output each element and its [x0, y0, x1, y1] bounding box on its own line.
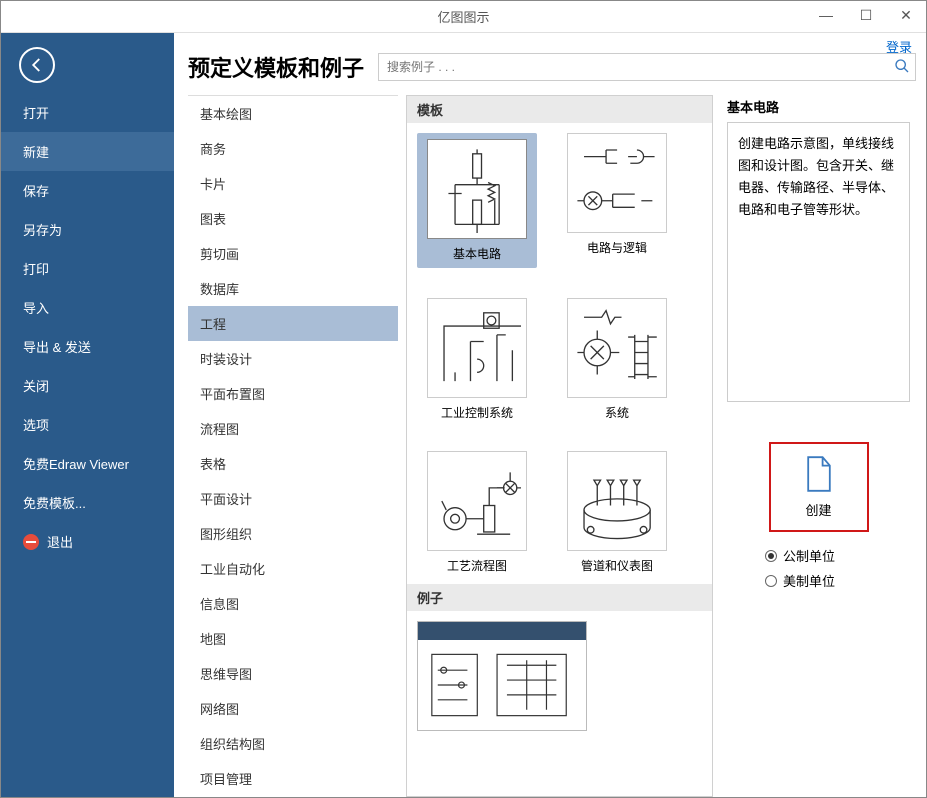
nav-item-label: 保存	[23, 181, 49, 200]
nav-item-label: 退出	[47, 532, 73, 551]
nav-item-3[interactable]: 另存为	[1, 210, 174, 249]
nav-item-7[interactable]: 关闭	[1, 366, 174, 405]
nav-item-6[interactable]: 导出 & 发送	[1, 327, 174, 366]
nav-item-10[interactable]: 免费模板...	[1, 483, 174, 522]
nav-item-label: 打开	[23, 103, 49, 122]
nav-item-label: 导入	[23, 298, 49, 317]
template-label: 工业控制系统	[417, 404, 537, 421]
category-item[interactable]: 网络图	[188, 691, 398, 726]
right-panel-title: 基本电路	[727, 95, 910, 116]
category-item[interactable]: 平面设计	[188, 481, 398, 516]
template-label: 管道和仪表图	[557, 557, 677, 574]
search-input[interactable]	[378, 53, 916, 81]
category-item[interactable]: 平面布置图	[188, 376, 398, 411]
nav-item-5[interactable]: 导入	[1, 288, 174, 327]
nav-item-label: 新建	[23, 142, 49, 161]
document-icon	[804, 456, 834, 492]
radio-label: 美制单位	[783, 571, 835, 590]
nav-item-11[interactable]: 退出	[1, 522, 174, 561]
radio-icon	[765, 575, 777, 587]
nav-item-label: 免费模板...	[23, 493, 86, 512]
template-label: 电路与逻辑	[557, 239, 677, 256]
unit-radio[interactable]: 美制单位	[765, 571, 910, 590]
nav-item-label: 选项	[23, 415, 49, 434]
right-panel: 基本电路 创建电路示意图，单线接线图和设计图。包含开关、继电器、传输路径、半导体…	[721, 95, 916, 797]
create-label: 创建	[805, 500, 831, 519]
example-thumbnail[interactable]	[417, 621, 587, 731]
unit-radio[interactable]: 公制单位	[765, 546, 910, 565]
category-item[interactable]: 时装设计	[188, 341, 398, 376]
template-label: 系统	[557, 404, 677, 421]
template-item[interactable]: 工艺流程图	[417, 451, 537, 574]
window-controls: — ☐ ✕	[806, 1, 926, 29]
category-item[interactable]: 地图	[188, 621, 398, 656]
nav-item-label: 另存为	[23, 220, 62, 239]
category-item[interactable]: 图形组织	[188, 516, 398, 551]
title-bar: 亿图图示 — ☐ ✕	[1, 1, 926, 33]
nav-item-label: 关闭	[23, 376, 49, 395]
nav-item-9[interactable]: 免费Edraw Viewer	[1, 444, 174, 483]
category-item[interactable]: 数据库	[188, 271, 398, 306]
category-item[interactable]: 工程	[188, 306, 398, 341]
category-item[interactable]: 图表	[188, 201, 398, 236]
nav-item-label: 打印	[23, 259, 49, 278]
minimize-button[interactable]: —	[806, 1, 846, 29]
template-item[interactable]: 管道和仪表图	[557, 451, 677, 574]
category-item[interactable]: 项目管理	[188, 761, 398, 796]
template-item[interactable]: 基本电路	[417, 133, 537, 268]
category-item[interactable]: 流程图	[188, 411, 398, 446]
template-description: 创建电路示意图，单线接线图和设计图。包含开关、继电器、传输路径、半导体、电路和电…	[727, 122, 910, 402]
template-thumb	[427, 451, 527, 551]
search-icon[interactable]	[894, 58, 910, 79]
template-thumb	[567, 451, 667, 551]
app-title: 亿图图示	[437, 7, 489, 26]
templates-section-header: 模板	[407, 96, 712, 123]
category-item[interactable]: 表格	[188, 446, 398, 481]
template-thumb	[567, 298, 667, 398]
template-item[interactable]: 工业控制系统	[417, 298, 537, 421]
radio-label: 公制单位	[783, 546, 835, 565]
template-thumb	[427, 298, 527, 398]
nav-item-1[interactable]: 新建	[1, 132, 174, 171]
exit-icon	[23, 534, 39, 550]
create-button[interactable]: 创建	[769, 442, 869, 532]
nav-item-8[interactable]: 选项	[1, 405, 174, 444]
nav-item-label: 导出 & 发送	[23, 337, 91, 356]
nav-item-2[interactable]: 保存	[1, 171, 174, 210]
radio-icon	[765, 550, 777, 562]
nav-item-0[interactable]: 打开	[1, 93, 174, 132]
category-item[interactable]: 基本绘图	[188, 96, 398, 131]
nav-item-4[interactable]: 打印	[1, 249, 174, 288]
category-list: 基本绘图商务卡片图表剪切画数据库工程时装设计平面布置图流程图表格平面设计图形组织…	[188, 95, 398, 797]
examples-section-header: 例子	[407, 584, 712, 611]
template-thumb	[567, 133, 667, 233]
category-item[interactable]: 思维导图	[188, 656, 398, 691]
template-area: 模板 基本电路 电路与逻辑工业控制系统 系统工艺流程图 管道和仪表图 例子	[406, 95, 713, 797]
sidebar: 打开新建保存另存为打印导入导出 & 发送关闭选项免费Edraw Viewer 免费…	[1, 33, 174, 797]
category-item[interactable]: 商务	[188, 131, 398, 166]
template-label: 基本电路	[423, 245, 531, 262]
category-item[interactable]: 信息图	[188, 586, 398, 621]
category-item[interactable]: 剪切画	[188, 236, 398, 271]
category-item[interactable]: 卡片	[188, 166, 398, 201]
back-button[interactable]	[19, 47, 55, 83]
category-item[interactable]: 组织结构图	[188, 726, 398, 761]
nav-item-label: 免费Edraw Viewer	[23, 454, 129, 473]
category-item[interactable]: 科学	[188, 796, 398, 797]
template-item[interactable]: 电路与逻辑	[557, 133, 677, 268]
template-thumb	[427, 139, 527, 239]
template-label: 工艺流程图	[417, 557, 537, 574]
page-heading: 预定义模板和例子	[188, 51, 364, 83]
template-item[interactable]: 系统	[557, 298, 677, 421]
close-button[interactable]: ✕	[886, 1, 926, 29]
category-item[interactable]: 工业自动化	[188, 551, 398, 586]
maximize-button[interactable]: ☐	[846, 1, 886, 29]
arrow-left-icon	[28, 56, 46, 74]
